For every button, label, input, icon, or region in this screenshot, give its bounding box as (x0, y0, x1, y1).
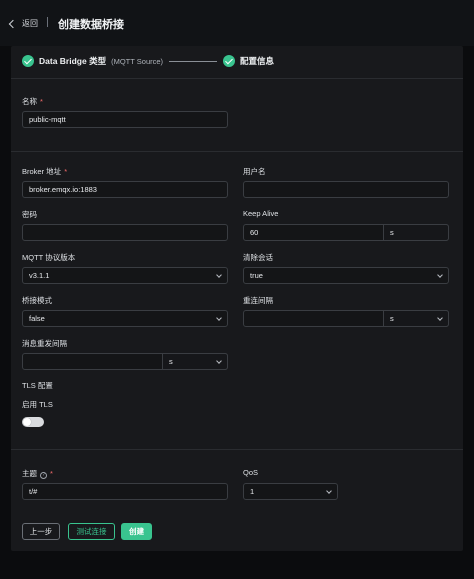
header-separator (47, 17, 48, 27)
keepalive-unit-select[interactable]: s (383, 224, 449, 241)
keepalive-input[interactable]: 60 s (243, 224, 449, 241)
info-icon: ? (40, 472, 47, 479)
required-mark: * (50, 469, 53, 478)
selected-value: v3.1.1 (29, 271, 50, 280)
clean-session-select[interactable]: true (243, 267, 449, 284)
toggle-knob (23, 418, 31, 426)
unit-label: s (169, 357, 173, 366)
chevron-down-icon (216, 272, 222, 278)
back-link[interactable]: 返回 (8, 18, 38, 29)
tls-section-label: TLS 配置 (22, 381, 53, 390)
broker-input[interactable]: broker.emqx.io:1883 (22, 181, 228, 198)
step1-sub: (MQTT Source) (111, 56, 164, 66)
header: 返回 创建数据桥接 (0, 0, 474, 46)
divider (11, 449, 463, 450)
check-circle-icon (22, 55, 34, 67)
reconnect-unit-select[interactable]: s (383, 310, 449, 327)
retry-input[interactable]: s (22, 353, 228, 370)
prev-button[interactable]: 上一步 (22, 523, 60, 540)
required-mark: * (40, 97, 43, 106)
retry-label: 消息重发间隔 (22, 339, 67, 348)
unit-label: s (390, 228, 394, 237)
username-input[interactable] (243, 181, 449, 198)
username-label: 用户名 (243, 167, 266, 176)
broker-label: Broker 地址 * (22, 167, 68, 176)
chevron-down-icon (216, 315, 222, 321)
back-label: 返回 (22, 19, 38, 28)
name-label: 名称 * (22, 97, 43, 106)
mqtt-version-select[interactable]: v3.1.1 (22, 267, 228, 284)
chevron-down-icon (216, 358, 222, 364)
bridge-mode-label: 桥接模式 (22, 296, 52, 305)
test-connection-button[interactable]: 测试连接 (68, 523, 115, 540)
mqtt-version-label: MQTT 协议版本 (22, 253, 76, 262)
steps-indicator: Data Bridge 类型 (MQTT Source) 配置信息 (22, 54, 274, 68)
qos-select[interactable]: 1 (243, 483, 338, 500)
reconnect-input[interactable]: s (243, 310, 449, 327)
enable-tls-toggle[interactable] (22, 417, 44, 427)
page-title: 创建数据桥接 (58, 19, 124, 31)
password-label: 密码 (22, 210, 37, 219)
password-input[interactable] (22, 224, 228, 241)
divider (11, 78, 463, 79)
topic-input[interactable]: t/# (22, 483, 228, 500)
step1-label: Data Bridge 类型 (39, 56, 107, 66)
bridge-mode-select[interactable]: false (22, 310, 228, 327)
required-mark: * (64, 167, 68, 176)
reconnect-label: 重连间隔 (243, 296, 273, 305)
chevron-down-icon (326, 488, 332, 494)
step-connector (169, 60, 218, 62)
unit-label: s (390, 314, 394, 323)
topic-label: 主题? * (22, 469, 53, 479)
selected-value: false (29, 314, 45, 323)
create-button[interactable]: 创建 (121, 523, 152, 540)
selected-value: 1 (250, 487, 255, 496)
keepalive-value: 60 (250, 228, 259, 237)
chevron-down-icon (437, 315, 443, 321)
qos-label: QoS (243, 468, 259, 477)
retry-unit-select[interactable]: s (162, 353, 228, 370)
selected-value: true (250, 271, 263, 280)
keepalive-label: Keep Alive (243, 209, 279, 218)
name-input[interactable]: public-mqtt (22, 111, 228, 128)
step2-label: 配置信息 (240, 56, 275, 66)
form-panel: Data Bridge 类型 (MQTT Source) 配置信息 名称 * pu… (11, 46, 463, 551)
clean-session-label: 清除会话 (243, 253, 273, 262)
enable-tls-label: 启用 TLS (22, 400, 53, 409)
check-circle-icon (223, 55, 236, 67)
chevron-left-icon (8, 19, 18, 29)
chevron-down-icon (437, 272, 443, 278)
divider (11, 151, 463, 152)
